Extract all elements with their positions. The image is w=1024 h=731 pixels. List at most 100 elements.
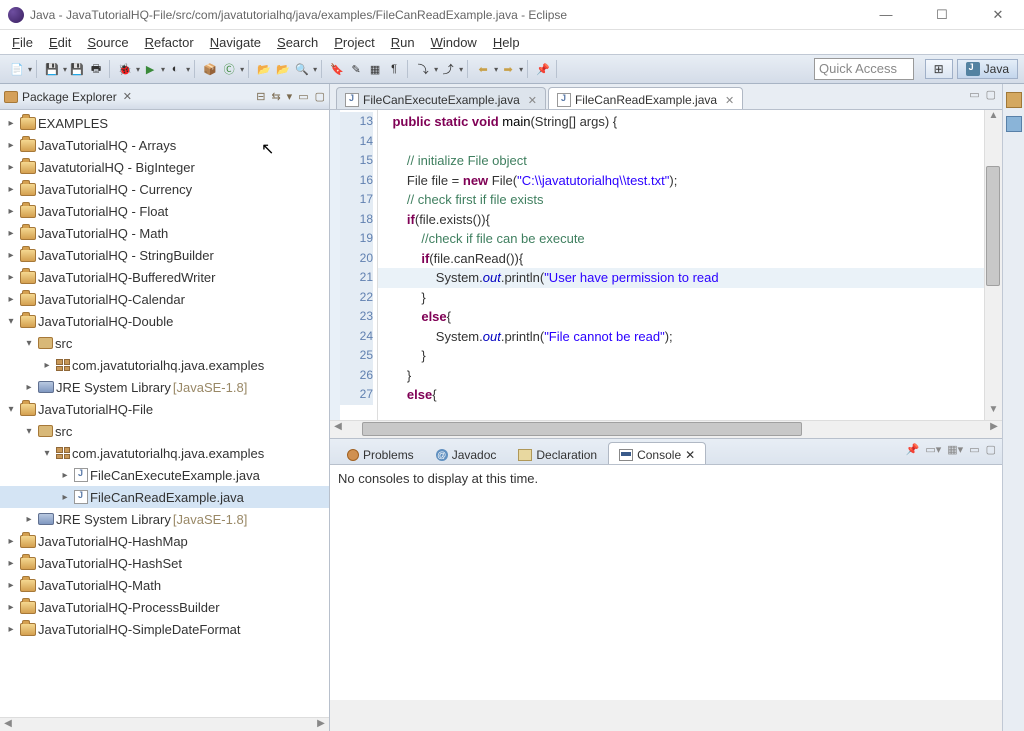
open-console-icon[interactable]: ▦▾ xyxy=(947,443,963,456)
bottom-tab-console[interactable]: Console ✕ xyxy=(608,442,706,464)
next-annotation-icon[interactable]: ⤵ xyxy=(414,60,432,78)
tree-item[interactable]: ▾src xyxy=(0,420,329,442)
collapse-all-icon[interactable]: ⊟ xyxy=(256,90,265,103)
tree-item[interactable]: ▸JavaTutorialHQ - StringBuilder xyxy=(0,244,329,266)
minimize-view-icon[interactable]: ▭ xyxy=(298,90,308,103)
run-icon[interactable]: ▶ xyxy=(141,60,159,78)
tree-twistie-icon[interactable]: ▸ xyxy=(4,206,18,217)
tree-item[interactable]: ▸FileCanReadExample.java xyxy=(0,486,329,508)
tree-item[interactable]: ▸JavaTutorialHQ - Float xyxy=(0,200,329,222)
tree-twistie-icon[interactable]: ▸ xyxy=(4,250,18,261)
new-package-icon[interactable]: 📦 xyxy=(201,60,219,78)
editor-hscroll[interactable]: ◀ ▶ xyxy=(330,420,1002,438)
tree-item[interactable]: ▾JavaTutorialHQ-File xyxy=(0,398,329,420)
tree-item[interactable]: ▾JavaTutorialHQ-Double xyxy=(0,310,329,332)
save-all-icon[interactable]: 💾 xyxy=(68,60,86,78)
java-perspective-button[interactable]: Java xyxy=(957,59,1018,79)
tree-twistie-icon[interactable]: ▸ xyxy=(4,162,18,173)
tree-twistie-icon[interactable]: ▸ xyxy=(22,382,36,393)
console-minimize-icon[interactable]: ▭ xyxy=(969,443,979,456)
print-icon[interactable]: 🖶 xyxy=(87,60,105,78)
tree-twistie-icon[interactable]: ▸ xyxy=(4,558,18,569)
tree-twistie-icon[interactable]: ▸ xyxy=(4,140,18,151)
tree-twistie-icon[interactable]: ▾ xyxy=(22,426,36,437)
editor-vscroll[interactable]: ▲ ▼ xyxy=(984,110,1002,420)
open-task-icon[interactable]: 📂 xyxy=(274,60,292,78)
tree-item[interactable]: ▾src xyxy=(0,332,329,354)
tree-item[interactable]: ▸FileCanExecuteExample.java xyxy=(0,464,329,486)
menu-window[interactable]: Window xyxy=(425,33,483,52)
mark-occurrences-icon[interactable]: ✎ xyxy=(347,60,365,78)
tab-close-icon[interactable]: ✕ xyxy=(725,94,734,107)
outline-view-icon[interactable] xyxy=(1006,92,1022,108)
debug-icon[interactable]: 🐞 xyxy=(116,60,134,78)
menu-file[interactable]: File xyxy=(6,33,39,52)
tree-twistie-icon[interactable]: ▸ xyxy=(58,492,72,503)
menu-project[interactable]: Project xyxy=(328,33,380,52)
menu-refactor[interactable]: Refactor xyxy=(139,33,200,52)
tree-twistie-icon[interactable]: ▸ xyxy=(4,184,18,195)
tree-twistie-icon[interactable]: ▾ xyxy=(22,338,36,349)
editor-maximize-icon[interactable]: ▢ xyxy=(986,88,996,101)
tree-item[interactable]: ▸JavaTutorialHQ-ProcessBuilder xyxy=(0,596,329,618)
tree-twistie-icon[interactable]: ▸ xyxy=(4,602,18,613)
tree-twistie-icon[interactable]: ▸ xyxy=(4,294,18,305)
search-icon[interactable]: 🔍 xyxy=(293,60,311,78)
tree-item[interactable]: ▸JavaTutorialHQ-HashMap xyxy=(0,530,329,552)
tab-close-icon[interactable]: ✕ xyxy=(528,94,537,107)
view-menu-icon[interactable]: ▾ xyxy=(287,90,293,103)
menu-run[interactable]: Run xyxy=(385,33,421,52)
tree-twistie-icon[interactable]: ▾ xyxy=(4,404,18,415)
display-selected-console-icon[interactable]: ▭▾ xyxy=(925,443,941,456)
menu-search[interactable]: Search xyxy=(271,33,324,52)
code-area[interactable]: public static void main(String[] args) {… xyxy=(378,110,984,420)
minimize-button[interactable]: — xyxy=(868,7,904,23)
maximize-button[interactable]: ☐ xyxy=(924,7,960,23)
tree-twistie-icon[interactable]: ▸ xyxy=(58,470,72,481)
tree-item[interactable]: ▸com.javatutorialhq.java.examples xyxy=(0,354,329,376)
pin-console-icon[interactable]: 📌 xyxy=(906,443,920,456)
task-list-icon[interactable] xyxy=(1006,116,1022,132)
tree-twistie-icon[interactable]: ▾ xyxy=(40,448,54,459)
new-icon[interactable]: 📄 xyxy=(8,60,26,78)
tree-item[interactable]: ▸JavaTutorialHQ-Calendar xyxy=(0,288,329,310)
tab-close-icon[interactable]: ✕ xyxy=(685,448,695,462)
open-type-icon[interactable]: 📂 xyxy=(255,60,273,78)
bottom-tab-javadoc[interactable]: @Javadoc xyxy=(425,442,508,464)
forward-icon[interactable]: ➡ xyxy=(499,60,517,78)
bottom-tab-problems[interactable]: Problems xyxy=(336,442,425,464)
tree-item[interactable]: ▸JavaTutorialHQ-SimpleDateFormat xyxy=(0,618,329,640)
tree-item[interactable]: ▸JavatutorialHQ - BigInteger xyxy=(0,156,329,178)
maximize-view-icon[interactable]: ▢ xyxy=(315,90,325,103)
project-tree[interactable]: ▸EXAMPLES▸JavaTutorialHQ - Arrays▸Javatu… xyxy=(0,110,329,717)
tree-item[interactable]: ▸JavaTutorialHQ-BufferedWriter xyxy=(0,266,329,288)
editor-tab[interactable]: FileCanReadExample.java✕ xyxy=(548,87,743,109)
tree-twistie-icon[interactable]: ▸ xyxy=(22,514,36,525)
prev-annotation-icon[interactable]: ⤴ xyxy=(439,60,457,78)
back-icon[interactable]: ⬅ xyxy=(474,60,492,78)
view-close-icon[interactable]: ✕ xyxy=(123,90,132,103)
link-editor-icon[interactable]: ⇆ xyxy=(271,90,280,103)
tree-twistie-icon[interactable]: ▸ xyxy=(4,536,18,547)
tree-twistie-icon[interactable]: ▸ xyxy=(4,118,18,129)
menu-help[interactable]: Help xyxy=(487,33,526,52)
tree-hscroll[interactable]: ◀▶ xyxy=(0,717,329,731)
new-class-icon[interactable]: Ⓒ xyxy=(220,60,238,78)
close-button[interactable]: ✕ xyxy=(980,7,1016,23)
tree-twistie-icon[interactable]: ▾ xyxy=(4,316,18,327)
quick-access-input[interactable]: Quick Access xyxy=(814,58,914,80)
block-selection-icon[interactable]: ▦ xyxy=(366,60,384,78)
tree-item[interactable]: ▸JRE System Library [JavaSE-1.8] xyxy=(0,508,329,530)
bottom-tab-declaration[interactable]: Declaration xyxy=(507,442,608,464)
tree-twistie-icon[interactable]: ▸ xyxy=(40,360,54,371)
menu-navigate[interactable]: Navigate xyxy=(204,33,267,52)
editor-body[interactable]: 131415161718192021222324252627 public st… xyxy=(330,110,1002,420)
tree-twistie-icon[interactable]: ▸ xyxy=(4,272,18,283)
console-maximize-icon[interactable]: ▢ xyxy=(986,443,996,456)
pin-icon[interactable]: 📌 xyxy=(534,60,552,78)
tree-twistie-icon[interactable]: ▸ xyxy=(4,624,18,635)
editor-minimize-icon[interactable]: ▭ xyxy=(969,88,979,101)
tree-item[interactable]: ▸JavaTutorialHQ-Math xyxy=(0,574,329,596)
menu-source[interactable]: Source xyxy=(81,33,134,52)
editor-tab[interactable]: FileCanExecuteExample.java✕ xyxy=(336,87,546,109)
